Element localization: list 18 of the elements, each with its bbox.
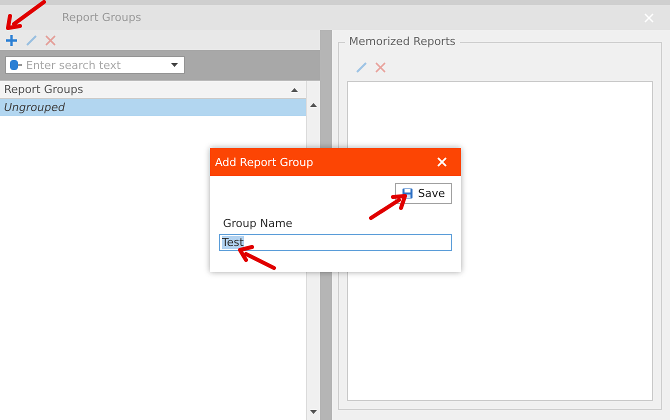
scroll-up-icon[interactable] [310, 103, 317, 107]
grid-row[interactable]: Ungrouped [0, 99, 306, 116]
column-header[interactable]: Report Groups [0, 81, 306, 99]
sort-icon [291, 88, 298, 92]
dropdown-icon[interactable] [171, 63, 178, 67]
group-title: Memorized Reports [345, 35, 460, 48]
close-icon[interactable] [437, 157, 447, 167]
group-name-field[interactable]: Test [219, 234, 452, 251]
field-label: Group Name [223, 217, 294, 230]
scroll-down-icon[interactable] [310, 410, 317, 414]
annotation-arrow [238, 245, 276, 270]
search-combobox[interactable]: Enter search text [5, 56, 185, 74]
window-title: Report Groups [62, 11, 142, 24]
annotation-arrow [6, 0, 46, 30]
dialog-title: Add Report Group [215, 156, 314, 168]
save-button[interactable]: Save [394, 183, 452, 204]
annotation-arrow [369, 194, 407, 220]
search-icon [9, 59, 23, 71]
